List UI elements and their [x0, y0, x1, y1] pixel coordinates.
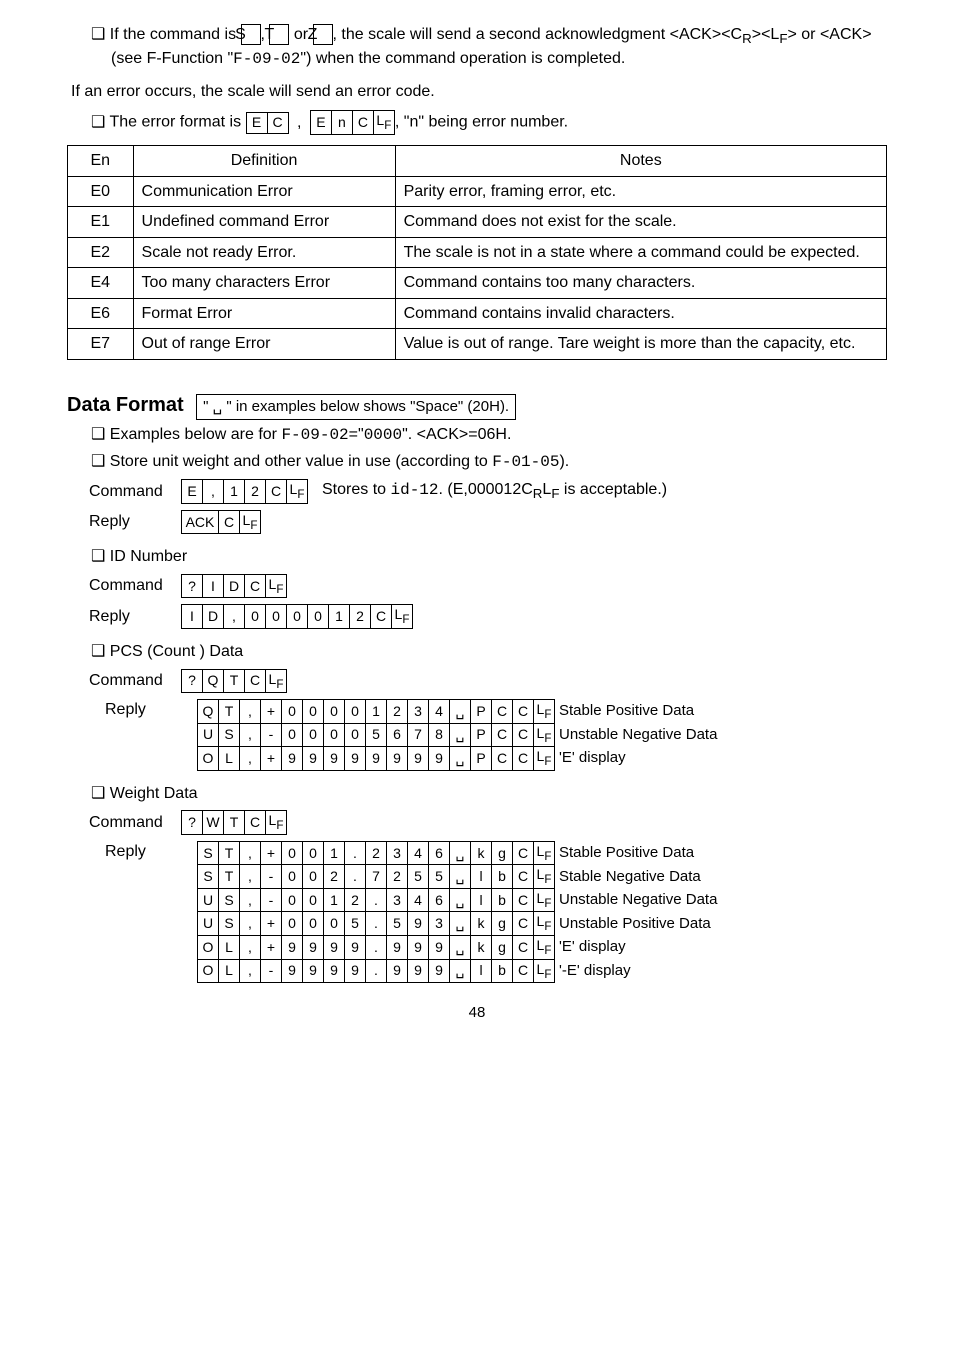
reply-label: Reply	[89, 841, 197, 863]
reply-desc: 'E' display	[555, 936, 719, 960]
reply-label: Reply	[89, 699, 197, 721]
reply-desc: '-E' display	[555, 959, 719, 983]
error-sentence: If an error occurs, the scale will send …	[71, 81, 887, 103]
command-label: Command	[89, 481, 181, 503]
bullet-cmd-ack: If the command is S, T or Z, the scale w…	[91, 24, 887, 71]
table-row: E6Format ErrorCommand contains invalid c…	[68, 298, 887, 329]
table-row: US,-00005678␣PCCLFUnstable Negative Data	[198, 723, 719, 747]
table-row: US,+0005.593␣kgCLFUnstable Positive Data	[198, 912, 719, 936]
idnum-cmd-frame: ?IDCLF	[181, 574, 287, 599]
command-label: Command	[89, 812, 181, 834]
table-row: OL,+9999.999␣kgCLF'E' display	[198, 936, 719, 960]
err-frame-1: EC	[246, 112, 289, 134]
reply-label: Reply	[89, 606, 181, 628]
command-label: Command	[89, 575, 181, 597]
weight-cmd-frame: ?WTCLF	[181, 810, 287, 835]
table-row: E2Scale not ready Error.The scale is not…	[68, 237, 887, 268]
table-row: ST,+001.2346␣kgCLFStable Positive Data	[198, 841, 719, 865]
error-table: En Definition Notes E0Communication Erro…	[67, 145, 887, 360]
bullet-error-format: The error format is EC , EnCLF , "n" bei…	[91, 110, 887, 135]
reply-desc: Unstable Positive Data	[555, 912, 719, 936]
pcs-title: PCS (Count ) Data	[91, 641, 887, 663]
table-row: OL,+99999999␣PCCLF'E' display	[198, 747, 719, 771]
table-row: E0Communication ErrorParity error, frami…	[68, 176, 887, 207]
reply-label: Reply	[89, 511, 181, 533]
store-cmd-note: Stores to id-12. (E,000012CRLF is accept…	[322, 479, 667, 503]
err-h2: Definition	[133, 145, 395, 176]
key-z: Z	[313, 24, 333, 45]
key-s: S	[241, 24, 261, 45]
store-line: Store unit weight and other value in use…	[91, 451, 887, 474]
table-row: E1Undefined command ErrorCommand does no…	[68, 207, 887, 238]
err-h1: En	[68, 145, 134, 176]
err-frame-2: EnCLF	[310, 110, 395, 135]
key-t: T	[269, 24, 289, 45]
pcs-reply-table: QT,+00001234␣PCCLFStable Positive DataUS…	[197, 699, 719, 771]
table-row: OL,-9999.999␣lbCLF'-E' display	[198, 959, 719, 983]
reply-desc: Stable Positive Data	[555, 700, 719, 724]
command-label: Command	[89, 670, 181, 692]
store-reply-frame: ACKCLF	[181, 510, 261, 535]
data-format-title: Data Format	[67, 392, 184, 419]
err-h3: Notes	[395, 145, 886, 176]
examples-line: Examples below are for F-09-02="0000". <…	[91, 424, 887, 447]
page-number: 48	[67, 1003, 887, 1023]
reply-desc: Unstable Negative Data	[555, 888, 719, 912]
store-cmd-frame: E,12CLF	[181, 479, 308, 504]
table-row: ST,-002.7255␣lbCLFStable Negative Data	[198, 865, 719, 889]
reply-desc: Unstable Negative Data	[555, 723, 719, 747]
table-row: E7Out of range ErrorValue is out of rang…	[68, 329, 887, 360]
reply-desc: Stable Negative Data	[555, 865, 719, 889]
reply-desc: Stable Positive Data	[555, 841, 719, 865]
reply-desc: 'E' display	[555, 747, 719, 771]
idnum-reply-frame: ID,000012CLF	[181, 604, 413, 629]
table-row: US,-0012.346␣lbCLFUnstable Negative Data	[198, 888, 719, 912]
weight-reply-table: ST,+001.2346␣kgCLFStable Positive DataST…	[197, 841, 719, 983]
space-note: " ␣ " in examples below shows "Space" (2…	[196, 394, 516, 420]
table-row: E4Too many characters ErrorCommand conta…	[68, 268, 887, 299]
id-number-title: ID Number	[91, 546, 887, 568]
weight-title: Weight Data	[91, 783, 887, 805]
pcs-cmd-frame: ?QTCLF	[181, 669, 287, 694]
table-row: QT,+00001234␣PCCLFStable Positive Data	[198, 700, 719, 724]
